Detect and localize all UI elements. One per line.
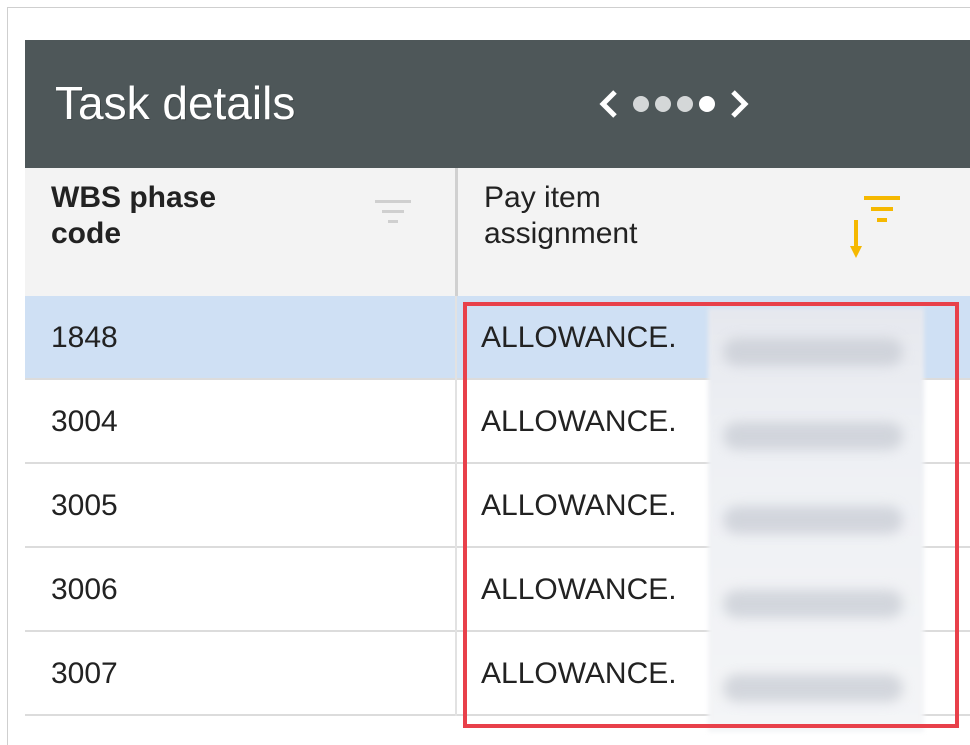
highlight-box [463, 302, 959, 728]
sort-filter-icon[interactable] [850, 194, 904, 264]
wbs-cell: 3006 [51, 573, 118, 606]
pager-dots [633, 96, 715, 112]
pager-dot[interactable] [633, 96, 649, 112]
window-frame: Task details WBS phase code Pay item ass… [7, 7, 970, 745]
panel-title: Task details [55, 77, 296, 129]
pager-dot[interactable] [677, 96, 693, 112]
chevron-left-icon[interactable] [597, 86, 621, 122]
task-table: WBS phase code Pay item assignment 1848 … [25, 168, 970, 732]
pager [597, 84, 751, 124]
column-divider-body [455, 296, 457, 716]
column-header-pay-item[interactable]: Pay item assignment [458, 168, 970, 296]
wbs-cell: 3005 [51, 489, 118, 522]
pager-dot-active[interactable] [699, 96, 715, 112]
chevron-right-icon[interactable] [727, 86, 751, 122]
column-label-pay-item: Pay item assignment [484, 181, 638, 250]
wbs-cell: 3007 [51, 657, 118, 690]
table-header: WBS phase code Pay item assignment [25, 168, 970, 296]
column-label-wbs: WBS phase code [51, 181, 217, 250]
filter-icon[interactable] [373, 198, 413, 228]
column-header-wbs[interactable]: WBS phase code [25, 168, 455, 296]
panel-header: Task details [25, 40, 970, 168]
wbs-cell: 1848 [51, 321, 118, 354]
wbs-cell: 3004 [51, 405, 118, 438]
pager-dot[interactable] [655, 96, 671, 112]
